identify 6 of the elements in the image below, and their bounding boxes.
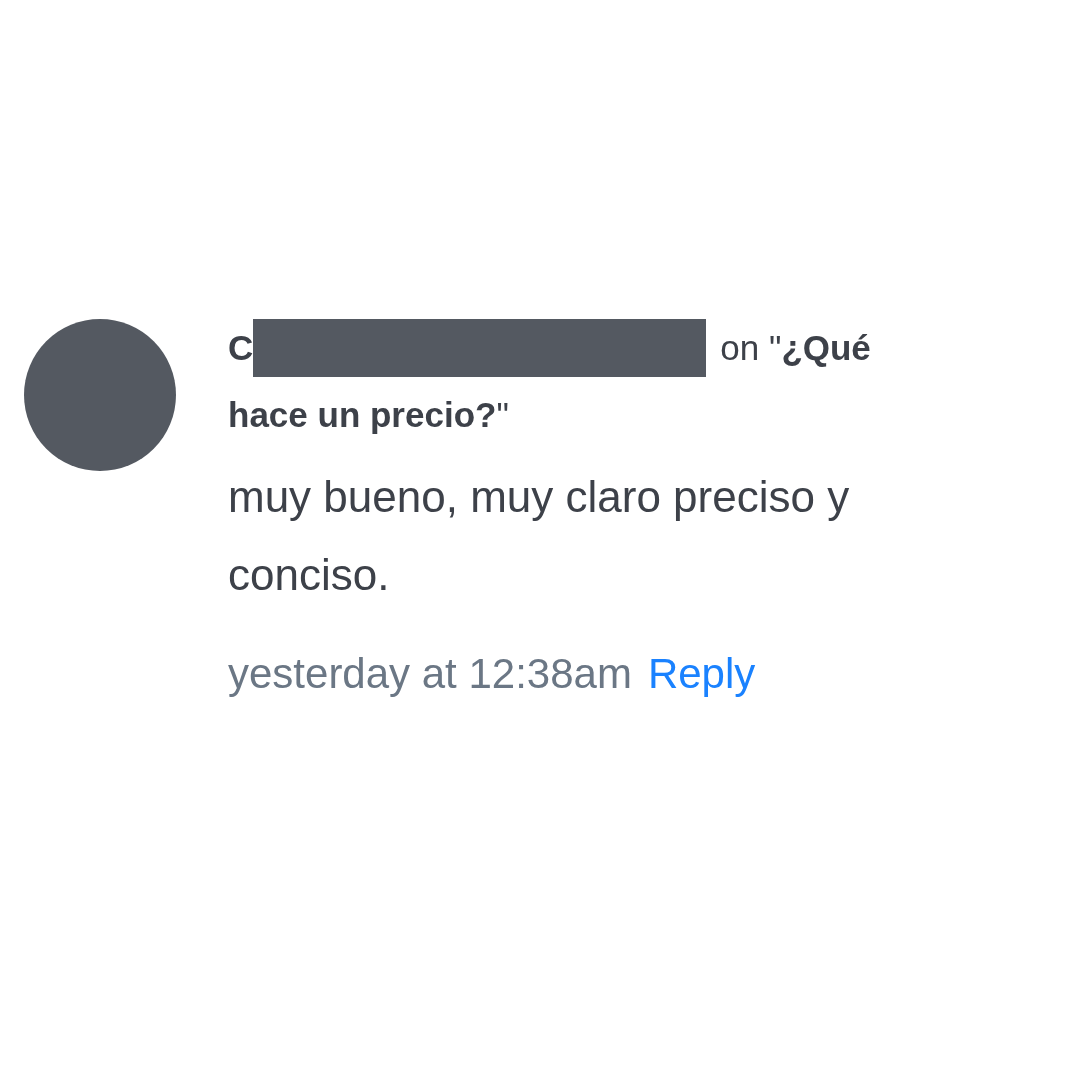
comment-body: muy bueno, muy claro preciso y conciso.: [228, 470, 851, 601]
author-name[interactable]: C: [228, 321, 254, 375]
reply-link[interactable]: Reply: [647, 641, 756, 705]
timestamp: yesterday at 12:38am: [228, 648, 632, 699]
post-title-link[interactable]: hace un precio?": [228, 389, 509, 442]
post-title-link[interactable]: on "¿Qué: [720, 321, 871, 375]
